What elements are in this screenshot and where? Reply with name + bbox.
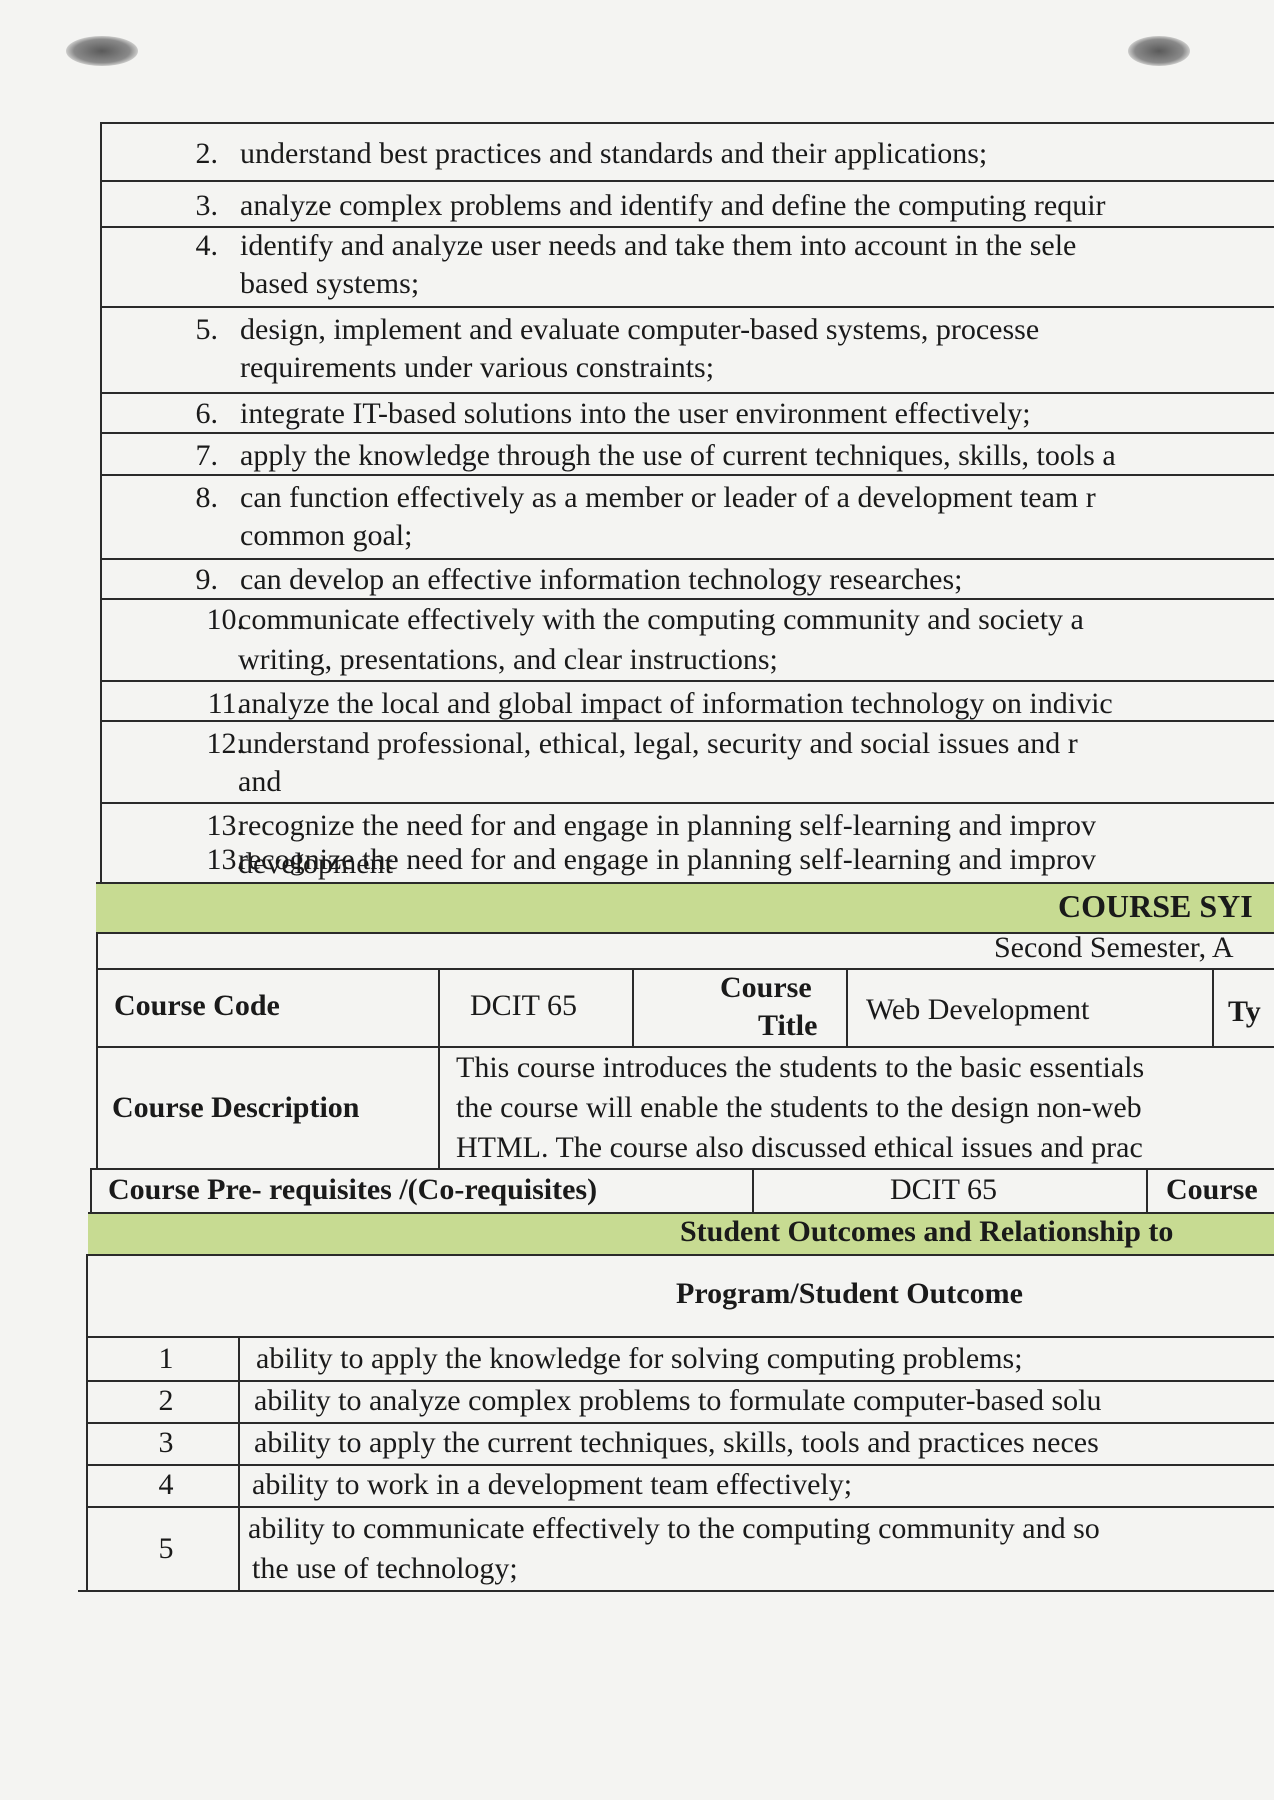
- objective-number: 13.: [206, 843, 245, 876]
- outcomes-header: Student Outcomes and Relationship to: [680, 1215, 1174, 1248]
- course-title-label-1: Course: [720, 971, 812, 1004]
- prereq-value: DCIT 65: [890, 1173, 997, 1206]
- outcomes-column-header: Program/Student Outcome: [676, 1277, 1023, 1310]
- binder-hole-left: [66, 36, 138, 66]
- course-description-label: Course Description: [112, 1091, 360, 1124]
- document-page: 2. understand best practices and standar…: [0, 0, 1274, 1800]
- course-title-label-2: Title: [758, 1009, 818, 1042]
- course-title-value: Web Development: [866, 993, 1090, 1026]
- syllabus-title: COURSE SYI: [1058, 888, 1253, 924]
- course-description-line: the course will enable the students to t…: [456, 1091, 1142, 1124]
- prereq-next-label: Course: [1166, 1173, 1258, 1206]
- course-type-label: Ty: [1228, 995, 1261, 1028]
- course-description-line: HTML. The course also discussed ethical …: [456, 1131, 1143, 1164]
- course-code-value: DCIT 65: [470, 989, 577, 1022]
- course-description-line: This course introduces the students to t…: [456, 1051, 1145, 1084]
- course-code-label: Course Code: [114, 989, 280, 1022]
- objective-text: recognize the need for and engage in pla…: [238, 843, 1097, 876]
- syllabus-subtitle: Second Semester, A: [994, 931, 1234, 964]
- prereq-label: Course Pre- requisites /(Co-requisites): [108, 1173, 598, 1206]
- binder-hole-right: [1128, 36, 1190, 66]
